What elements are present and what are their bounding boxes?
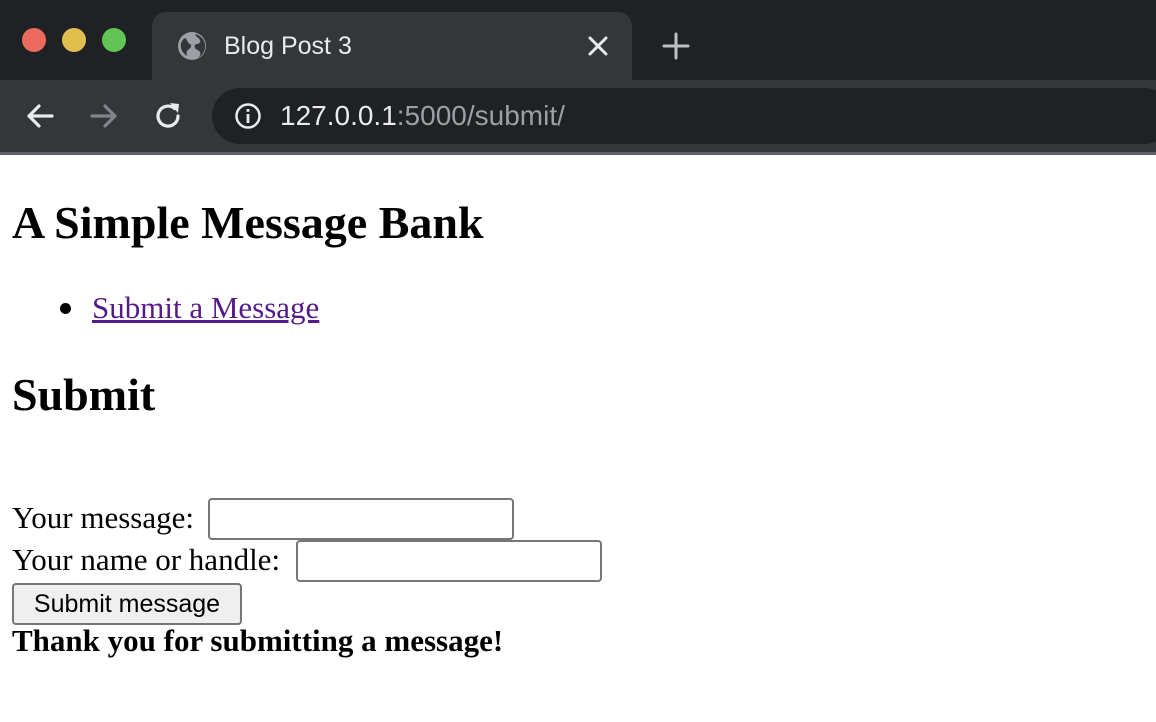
url-path: :5000/submit/ <box>396 100 565 131</box>
reload-icon[interactable] <box>150 98 186 134</box>
submit-message-button[interactable]: Submit message <box>12 583 242 625</box>
list-bullet <box>60 303 71 314</box>
browser-tab-bar: Blog Post 3 <box>0 0 1156 80</box>
page-title: A Simple Message Bank <box>12 197 484 248</box>
message-input[interactable] <box>208 498 514 540</box>
globe-icon <box>178 32 206 60</box>
toolbar-divider <box>0 152 1156 155</box>
message-label: Your message: <box>12 500 194 535</box>
tab-title: Blog Post 3 <box>224 32 352 60</box>
window-minimize-button[interactable] <box>62 28 86 52</box>
address-url[interactable]: 127.0.0.1:5000/submit/ <box>280 88 565 144</box>
name-label: Your name or handle: <box>12 542 281 577</box>
url-host: 127.0.0.1 <box>280 100 397 131</box>
browser-toolbar: 127.0.0.1:5000/submit/ <box>0 80 1156 152</box>
window-maximize-button[interactable] <box>102 28 126 52</box>
browser-tab-active[interactable]: Blog Post 3 <box>152 12 632 80</box>
address-bar[interactable]: 127.0.0.1:5000/submit/ <box>212 88 1156 144</box>
back-arrow-icon[interactable] <box>22 98 58 134</box>
window-close-button[interactable] <box>22 28 46 52</box>
submit-message-link[interactable]: Submit a Message <box>92 289 319 327</box>
confirmation-message: Thank you for submitting a message! <box>12 623 504 658</box>
info-icon[interactable] <box>234 102 262 130</box>
forward-arrow-icon[interactable] <box>86 98 122 134</box>
section-title: Submit <box>12 369 156 420</box>
close-icon[interactable] <box>586 34 610 58</box>
new-tab-plus-icon[interactable] <box>660 30 692 62</box>
name-input[interactable] <box>296 540 602 582</box>
